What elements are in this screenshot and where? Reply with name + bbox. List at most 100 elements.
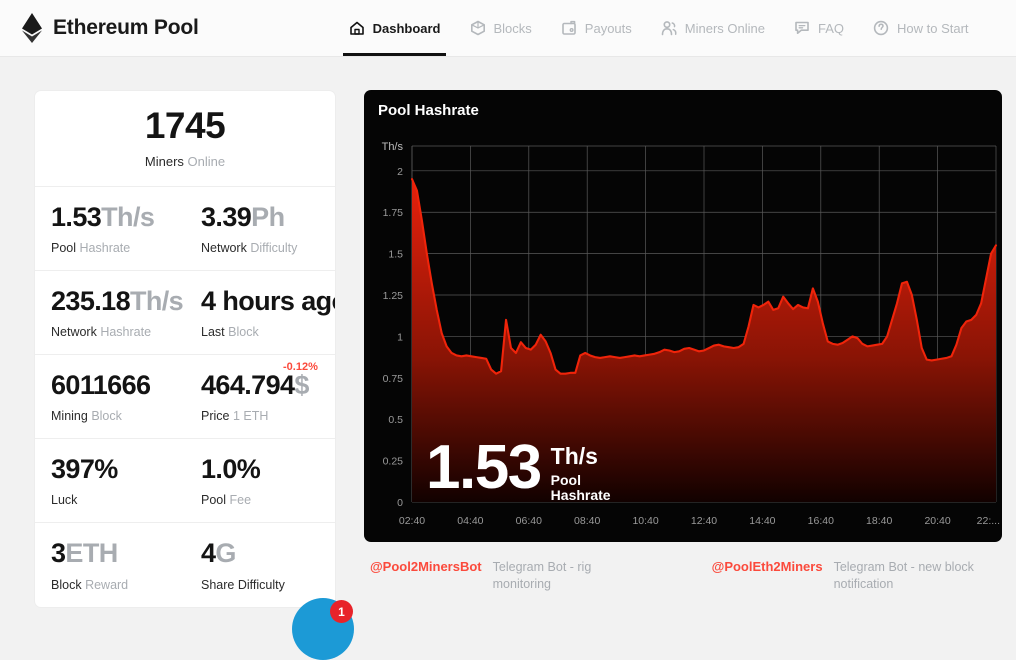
stat-label: Block Reward <box>51 578 185 592</box>
overlay-value: 1.53 <box>426 432 542 502</box>
users-icon <box>661 21 677 36</box>
stat-network: 235.18Th/s Network Hashrate <box>35 271 185 354</box>
label-strong: Pool <box>201 493 227 508</box>
svg-text:Th/s: Th/s <box>382 141 404 153</box>
stat-label: Pool Fee <box>201 493 335 507</box>
stat-pool: 1.0% Pool Fee <box>185 439 335 522</box>
svg-text:08:40: 08:40 <box>574 515 600 527</box>
label-strong: Pool <box>51 241 77 255</box>
stat-unit: G <box>215 538 236 569</box>
stat-label: Mining Block <box>51 409 185 423</box>
stat-label: Price 1 ETH <box>201 409 335 423</box>
stat-value: 3.39Ph <box>201 201 335 232</box>
stat-number: 4 hours ago <box>201 286 336 316</box>
pool-hashrate-chart-card: Pool Hashrate 0 0.25 0.5 0.75 1 1.25 1.5 1.75 2 T… <box>364 90 1002 542</box>
nav-item-payouts[interactable]: Payouts <box>546 0 646 56</box>
svg-text:10:40: 10:40 <box>632 515 658 527</box>
label-dim: Online <box>187 153 226 169</box>
page-content: 1745 Miners Online 1.53Th/s Pool Hashrate… <box>0 57 1016 608</box>
stat-row: 3ETH Block Reward 4G Share Difficulty <box>35 523 335 606</box>
stat-unit: ETH <box>65 538 118 569</box>
stat-unit: Th/s <box>101 201 155 232</box>
svg-text:1.75: 1.75 <box>383 207 404 219</box>
stat-row: 235.18Th/s Network Hashrate 4 hours ago Las… <box>35 271 336 356</box>
chat-unread-badge[interactable]: 1 <box>330 600 353 623</box>
svg-text:12:40: 12:40 <box>691 515 717 527</box>
overlay-unit: Th/s <box>550 442 598 469</box>
stat-number: 1.0% <box>201 454 261 485</box>
app-header: Ethereum Pool Dashboard Blocks Payouts Mine… <box>0 0 1016 57</box>
stat-block: 3ETH Block Reward <box>35 523 185 606</box>
footer-link-group: @Pool2MinersBot Telegram Bot - rig monito… <box>370 559 653 593</box>
stat-label: Network Hashrate <box>51 325 185 339</box>
label-strong: Block <box>51 577 82 592</box>
label-dim: Block <box>228 325 259 340</box>
chart-column: Pool Hashrate 0 0.25 0.5 0.75 1 1.25 1.5 1.75 2 T… <box>364 90 1002 608</box>
stat-unit: Ph <box>251 201 285 232</box>
svg-text:0.75: 0.75 <box>383 373 404 385</box>
stat-unit: $ <box>294 370 309 401</box>
overlay-sub-line2: Hashrate <box>550 487 611 504</box>
stat-rows: 1.53Th/s Pool Hashrate 3.39Ph Network Diffi… <box>35 187 335 607</box>
nav-item-label: How to Start <box>897 20 969 36</box>
nav-item-dashboard[interactable]: Dashboard <box>334 0 455 56</box>
miners-online-stat: 1745 Miners Online <box>35 91 335 187</box>
telegram-handle-link[interactable]: @Pool2MinersBot <box>370 559 482 574</box>
nav-item-label: FAQ <box>817 20 844 36</box>
telegram-handle-link[interactable]: @PoolEth2Miners <box>712 559 823 574</box>
svg-text:18:40: 18:40 <box>866 515 892 527</box>
svg-text:1.25: 1.25 <box>383 290 404 302</box>
telegram-link-description: Telegram Bot - rig monitoring <box>492 560 592 591</box>
label-dim: Hashrate <box>79 241 131 255</box>
stat-number: 1.53 <box>51 201 102 232</box>
overlay-sub: Pool Hashrate <box>550 471 611 504</box>
label-dim: Reward <box>85 577 129 592</box>
svg-text:02:40: 02:40 <box>399 515 425 527</box>
stat-value: 464.794$ <box>201 371 335 400</box>
stat-row: 6011666 Mining Block 464.794$ -0.12% Price 1… <box>35 355 335 440</box>
label-strong: Miners <box>144 153 184 169</box>
miners-online-label: Miners Online <box>35 154 335 169</box>
stat-value: 4G <box>201 539 335 568</box>
wallet-icon <box>561 20 576 35</box>
nav-item-label: Payouts <box>584 20 632 36</box>
svg-text:0.25: 0.25 <box>383 456 404 468</box>
stat-mining: 6011666 Mining Block <box>35 355 185 438</box>
nav-item-how-to-start[interactable]: How to Start <box>858 0 983 56</box>
svg-text:0.5: 0.5 <box>388 414 403 426</box>
nav-item-label: Miners Online <box>684 20 765 36</box>
stat-label: Last Block <box>201 325 335 339</box>
brand[interactable]: Ethereum Pool <box>0 13 199 43</box>
nav-item-faq[interactable]: FAQ <box>779 0 858 56</box>
stat-pool: 1.53Th/s Pool Hashrate <box>35 187 185 270</box>
footer-link-group: @PoolEth2Miners Telegram Bot - new block … <box>712 559 994 593</box>
stat-number: 397% <box>51 454 118 485</box>
stat-value: 235.18Th/s <box>51 286 185 316</box>
miners-online-value: 1745 <box>144 105 226 146</box>
svg-text:1.5: 1.5 <box>388 249 403 261</box>
stat-network: 3.39Ph Network Difficulty <box>185 187 335 270</box>
svg-text:0: 0 <box>397 497 403 509</box>
stat-unit: Th/s <box>129 286 184 316</box>
svg-text:2: 2 <box>397 166 403 178</box>
nav-item-label: Blocks <box>493 20 532 36</box>
stat-luck: 397% Luck <box>35 439 185 522</box>
label-dim: 1 ETH <box>232 409 269 424</box>
stat-number: 3.39 <box>201 201 252 232</box>
overlay-text-block: Th/s Pool Hashrate <box>551 443 611 504</box>
label-strong: Mining <box>51 409 88 424</box>
svg-text:20:40: 20:40 <box>924 515 950 527</box>
nav-item-blocks[interactable]: Blocks <box>455 0 546 56</box>
stat-value: 3ETH <box>51 539 185 568</box>
pool-stats-card: 1745 Miners Online 1.53Th/s Pool Hashrate… <box>34 90 336 608</box>
label-dim: Hashrate <box>100 325 152 340</box>
label-dim: Difficulty <box>250 241 298 255</box>
stat-number: 6011666 <box>51 370 151 401</box>
stat-value: 397% <box>51 455 185 484</box>
overlay-sub-line1: Pool <box>550 471 582 488</box>
svg-text:16:40: 16:40 <box>808 515 834 527</box>
nav-item-miners-online[interactable]: Miners Online <box>646 0 779 56</box>
label-strong: Network <box>51 325 97 340</box>
home-icon <box>349 21 364 35</box>
stat-label: Pool Hashrate <box>51 241 185 255</box>
